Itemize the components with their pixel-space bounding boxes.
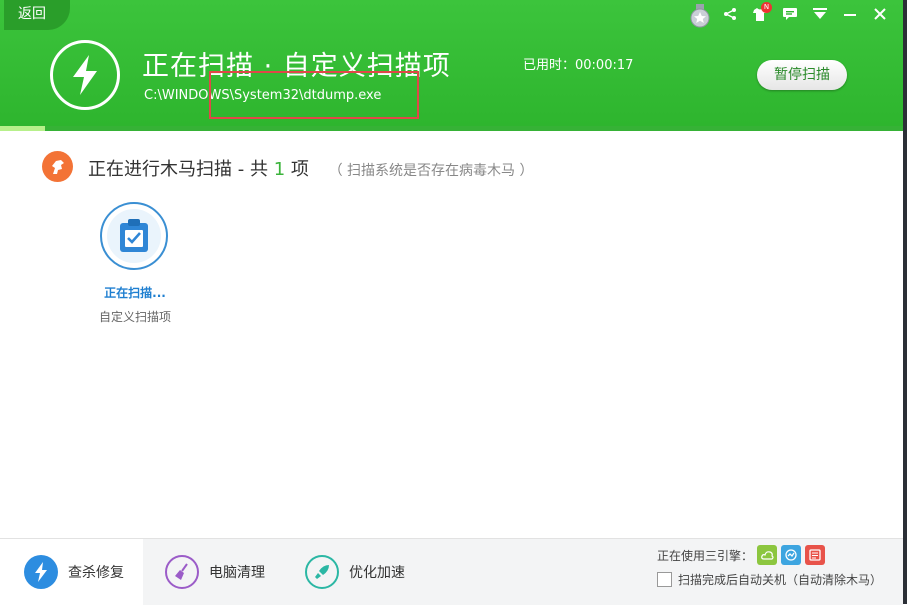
auto-shutdown-checkbox[interactable] [657, 572, 672, 587]
menu-icon[interactable] [805, 4, 835, 24]
tab-scan-repair-label: 查杀修复 [68, 565, 124, 581]
scan-item-status: 正在扫描... [104, 286, 166, 300]
main-window: 返回 N 正在扫描 · 自定义扫描项 C:\WINDOWS\System32\d… [0, 0, 904, 605]
minimize-icon[interactable] [835, 4, 865, 24]
share-icon[interactable] [715, 4, 745, 24]
medal-icon[interactable] [689, 4, 711, 28]
scan-item-label: 自定义扫描项 [98, 310, 171, 324]
chat-icon[interactable] [775, 4, 805, 24]
section-count: 1 [273, 159, 286, 180]
scan-header: 返回 N 正在扫描 · 自定义扫描项 C:\WINDOWS\System32\d… [0, 0, 903, 126]
scan-progress-fill [0, 126, 46, 131]
auto-shutdown-option[interactable]: 扫描完成后自动关机（自动清除木马） [657, 571, 882, 588]
scan-item-ring [100, 202, 168, 270]
tab-optimize-label: 优化加速 [349, 565, 405, 581]
close-icon[interactable] [865, 4, 895, 24]
pause-scan-button[interactable]: 暂停扫描 [757, 60, 847, 90]
auto-shutdown-label: 扫描完成后自动关机（自动清除木马） [678, 573, 883, 587]
scan-lightning-icon [50, 40, 120, 110]
tab-optimize[interactable]: 优化加速 [305, 539, 405, 605]
section-unit: 项 [290, 159, 309, 180]
scan-progress-bar [0, 126, 903, 131]
background-desktop [903, 0, 907, 604]
section-heading: 正在进行木马扫描 - 共 1 项 （ 扫描系统是否存在病毒木马 ） [88, 155, 534, 181]
elapsed-time: 已用时：00:00:17 [523, 58, 634, 73]
bottom-bar: 查杀修复 电脑清理 优化加速 正在使用三引擎： 扫描完成后自动关机（自动清除木马… [0, 538, 903, 605]
clipboard-check-icon [120, 219, 148, 252]
notification-badge: N [761, 2, 772, 13]
engines-status: 正在使用三引擎： [657, 545, 826, 565]
tab-pc-clean-label: 电脑清理 [209, 565, 265, 581]
qvm-engine-icon[interactable] [781, 545, 802, 565]
cloud-engine-icon[interactable] [757, 545, 778, 565]
highlight-box [209, 71, 419, 119]
shirt-icon[interactable]: N [745, 2, 775, 24]
trojan-horse-icon [42, 151, 73, 182]
tab-pc-clean[interactable]: 电脑清理 [165, 539, 265, 605]
local-engine-icon[interactable] [805, 545, 826, 565]
engines-label: 正在使用三引擎： [657, 548, 754, 563]
lightning-icon [24, 555, 58, 589]
broom-icon [165, 555, 199, 589]
scan-item-bg [107, 209, 161, 263]
back-button[interactable]: 返回 [4, 0, 70, 30]
section-note: （ 扫描系统是否存在病毒木马 ） [328, 163, 534, 179]
section-title: 正在进行木马扫描 - 共 [88, 159, 268, 180]
tab-scan-repair[interactable]: 查杀修复 [0, 539, 143, 605]
window-controls: N [715, 2, 895, 24]
rocket-icon [305, 555, 339, 589]
